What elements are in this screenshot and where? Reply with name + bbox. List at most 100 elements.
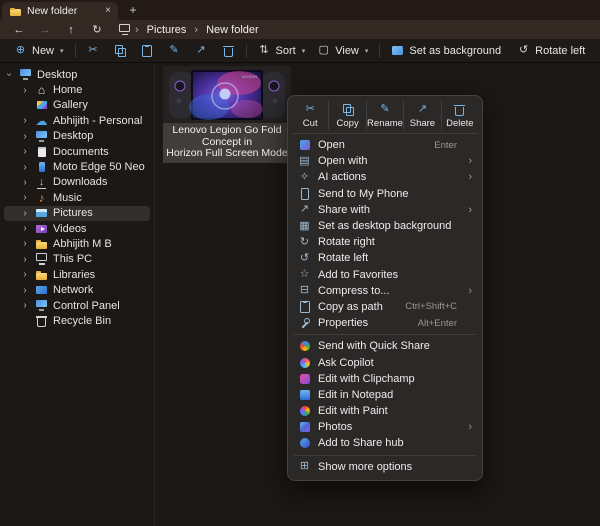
chevron-right-icon[interactable]	[20, 269, 30, 280]
context-menu-item-open-with[interactable]: ▤ Open with	[292, 153, 478, 169]
rename-icon: ✎	[379, 103, 392, 116]
refresh-icon[interactable]: ↻	[84, 21, 110, 38]
context-menu-item-open[interactable]: Open Enter	[292, 137, 478, 153]
file-thumbnail: LEGION	[163, 66, 291, 123]
context-menu-item-photos[interactable]: Photos	[292, 419, 478, 435]
sidebar-item-recycle-bin[interactable]: Recycle Bin	[4, 313, 150, 328]
rotate-left-icon: ↺	[517, 44, 530, 57]
sidebar-item-network[interactable]: Network	[4, 282, 150, 297]
sidebar-item-videos[interactable]: Videos	[4, 221, 150, 236]
close-tab-icon[interactable]: ×	[105, 6, 111, 16]
chevron-right-icon[interactable]	[4, 70, 15, 80]
context-menu-item-edit-with-clipchamp[interactable]: Edit with Clipchamp	[292, 371, 478, 387]
context-menu-item-send-with-quick-share[interactable]: Send with Quick Share	[292, 338, 478, 354]
chevron-right-icon[interactable]	[20, 146, 30, 157]
sidebar-item-abhijith-m-b[interactable]: Abhijith M B	[4, 236, 150, 251]
chevron-right-icon[interactable]	[20, 115, 30, 126]
context-menu-item-edit-in-notepad[interactable]: Edit in Notepad	[292, 387, 478, 403]
documents-icon	[35, 145, 48, 158]
toolbar-action-button[interactable]	[216, 41, 241, 61]
file-name-label: Lenovo Legion Go Fold Concept in Horizon…	[163, 123, 291, 163]
sidebar-item-music[interactable]: ♪ Music	[4, 190, 150, 205]
properties-icon	[298, 317, 311, 330]
context-menu-item-rotate-left[interactable]: ↺ Rotate left	[292, 250, 478, 266]
breadcrumb-pictures[interactable]: Pictures	[143, 24, 191, 36]
onedrive-icon: ☁	[35, 114, 48, 127]
breadcrumb-separator-icon: ›	[194, 24, 198, 36]
paint-icon	[298, 405, 311, 418]
quick-action-button-copy[interactable]: Copy	[328, 100, 365, 130]
chevron-right-icon[interactable]	[20, 192, 30, 203]
chevron-right-icon[interactable]	[20, 208, 30, 219]
chevron-right-icon[interactable]	[20, 162, 30, 173]
sidebar-item-this-pc[interactable]: This PC	[4, 252, 150, 267]
chevron-right-icon[interactable]	[20, 177, 30, 188]
context-menu-item-set-as-desktop-background[interactable]: ▦ Set as desktop background	[292, 218, 478, 234]
context-menu-item-add-to-share-hub[interactable]: Add to Share hub	[292, 435, 478, 451]
context-menu-item-ask-copilot[interactable]: Ask Copilot	[292, 354, 478, 370]
sidebar-item-downloads[interactable]: ↓ Downloads	[4, 175, 150, 190]
sidebar-item-abhijith-personal[interactable]: ☁ Abhijith - Personal	[4, 113, 150, 128]
network-icon	[35, 284, 48, 297]
context-menu-item-ai-actions[interactable]: ✧ AI actions	[292, 169, 478, 185]
toolbar-action-button[interactable]	[108, 41, 133, 61]
toolbar-extra-button-rotate-left[interactable]: ↺ Rotate left	[511, 41, 591, 61]
context-menu-item-add-to-favorites[interactable]: ☆ Add to Favorites	[292, 267, 478, 283]
breadcrumb-new-folder[interactable]: New folder	[202, 24, 263, 36]
new-button[interactable]: ⊕ New ▾	[8, 41, 70, 61]
forward-icon[interactable]: →	[32, 21, 58, 38]
view-button[interactable]: ▢ View ▾	[311, 41, 374, 61]
toolbar-separator	[246, 44, 247, 58]
copy-icon	[114, 44, 127, 57]
sidebar-item-desktop[interactable]: Desktop	[4, 67, 150, 82]
chevron-right-icon[interactable]	[20, 85, 30, 96]
this-pc-icon	[118, 23, 131, 36]
toolbar-extra-button-set-as-background[interactable]: Set as background	[385, 41, 507, 61]
quick-action-button-rename[interactable]: ✎ Rename	[366, 100, 403, 130]
context-menu-item-compress-to[interactable]: ⊟ Compress to...	[292, 283, 478, 299]
downloads-icon: ↓	[35, 176, 48, 189]
sidebar-item-libraries[interactable]: Libraries	[4, 267, 150, 282]
sidebar-item-control-panel[interactable]: Control Panel	[4, 298, 150, 313]
back-icon[interactable]: ←	[6, 21, 32, 38]
quick-action-button-delete[interactable]: Delete	[441, 100, 478, 130]
context-menu-item-properties[interactable]: Properties Alt+Enter	[292, 315, 478, 331]
chevron-right-icon[interactable]	[20, 300, 30, 311]
context-menu-item-rotate-right[interactable]: ↻ Rotate right	[292, 234, 478, 250]
toolbar-action-button[interactable]: ↗	[189, 41, 214, 61]
sidebar-item-gallery[interactable]: Gallery	[4, 98, 150, 113]
new-tab-button[interactable]: +	[124, 2, 142, 18]
sidebar-item-moto-edge-50-neo[interactable]: Moto Edge 50 Neo	[4, 159, 150, 174]
toolbar-action-button[interactable]	[135, 41, 160, 61]
context-menu-item-edit-with-paint[interactable]: Edit with Paint	[292, 403, 478, 419]
chevron-right-icon[interactable]	[20, 254, 30, 265]
sort-button[interactable]: ⇅ Sort ▾	[252, 41, 312, 61]
chevron-right-icon[interactable]	[20, 223, 30, 234]
quick-actions-row: ✂ Cut Copy ✎ Rename ↗ Share Delete	[292, 100, 478, 134]
toolbar-action-button[interactable]: ✂	[81, 41, 106, 61]
shortcut-label: Alt+Enter	[418, 318, 457, 329]
up-icon[interactable]: ↑	[58, 21, 84, 38]
sidebar-item-pictures[interactable]: Pictures	[4, 206, 150, 221]
chevron-right-icon[interactable]	[20, 238, 30, 249]
submenu-chevron-icon	[464, 171, 472, 183]
file-item-tile[interactable]: LEGION Lenovo Legion Go Fold Concept in …	[163, 66, 291, 163]
toolbar-action-button[interactable]: ✎	[162, 41, 187, 61]
quick-share-icon	[298, 340, 311, 353]
toolbar-separator	[379, 44, 380, 58]
rotate-right-icon: ↻	[298, 236, 311, 249]
quick-action-button-share[interactable]: ↗ Share	[403, 100, 440, 130]
chevron-right-icon[interactable]	[20, 131, 30, 142]
context-menu-item-send-to-my-phone[interactable]: Send to My Phone	[292, 186, 478, 202]
sidebar-item-home[interactable]: ⌂ Home	[4, 82, 150, 97]
chevron-right-icon[interactable]	[20, 285, 30, 296]
tab-new-folder[interactable]: New folder ×	[2, 2, 118, 20]
context-menu-item-show-more-options[interactable]: ⊞ Show more options	[292, 459, 478, 475]
toolbar-extra-button-rotate-right[interactable]: ↻ Rotate right	[595, 41, 600, 61]
quick-action-button-cut[interactable]: ✂ Cut	[292, 100, 328, 130]
context-menu-item-share-with[interactable]: ↗ Share with	[292, 202, 478, 218]
context-menu-item-copy-as-path[interactable]: Copy as path Ctrl+Shift+C	[292, 299, 478, 315]
folder-icon	[9, 5, 21, 17]
sidebar-item-documents[interactable]: Documents	[4, 144, 150, 159]
sidebar-item-desktop[interactable]: Desktop	[4, 129, 150, 144]
